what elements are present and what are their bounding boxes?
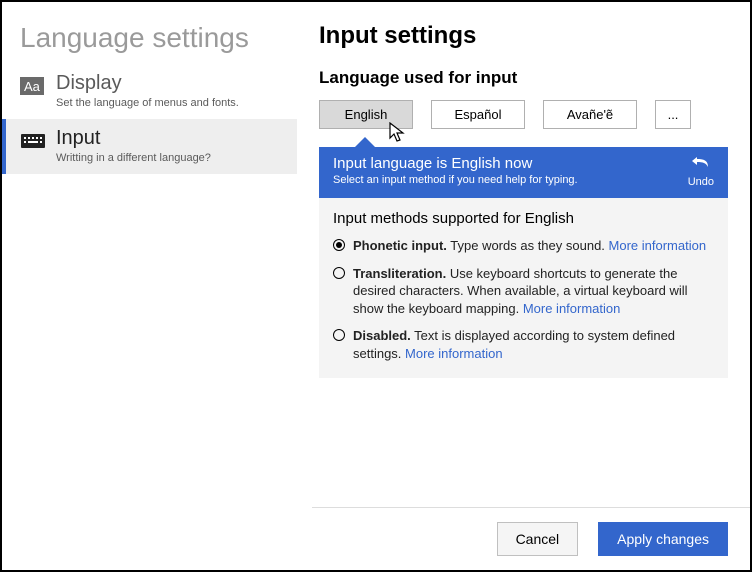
more-info-link[interactable]: More information xyxy=(609,238,707,253)
svg-text:Aa: Aa xyxy=(24,79,41,94)
radio-icon[interactable] xyxy=(333,329,345,341)
sidebar-item-desc: Writting in a different language? xyxy=(56,152,211,164)
section-title: Language used for input xyxy=(319,68,728,88)
callout-subtitle: Select an input method if you need help … xyxy=(333,174,578,186)
page-title: Input settings xyxy=(319,22,728,50)
sidebar: Language settings Aa Display Set the lan… xyxy=(2,2,297,570)
callout-arrow-icon xyxy=(355,137,375,147)
methods-title: Input methods supported for English xyxy=(333,210,714,227)
method-name: Disabled. xyxy=(353,328,411,343)
radio-icon[interactable] xyxy=(333,267,345,279)
sidebar-item-input[interactable]: Input Writting in a different language? xyxy=(2,119,297,174)
sidebar-title: Language settings xyxy=(2,22,297,64)
method-desc: Type words as they sound. xyxy=(447,238,609,253)
cancel-button[interactable]: Cancel xyxy=(497,522,579,556)
callout: Input language is English now Select an … xyxy=(319,147,728,378)
sidebar-item-label: Display xyxy=(56,72,239,95)
keyboard-icon xyxy=(20,131,46,151)
callout-title: Input language is English now xyxy=(333,155,578,172)
settings-window: Language settings Aa Display Set the lan… xyxy=(0,0,752,572)
undo-button[interactable]: Undo xyxy=(688,155,714,188)
more-info-link[interactable]: More information xyxy=(405,346,503,361)
main-panel: Input settings Language used for input E… xyxy=(297,2,750,570)
undo-label: Undo xyxy=(688,176,714,188)
undo-icon xyxy=(691,155,711,174)
apply-button[interactable]: Apply changes xyxy=(598,522,728,556)
method-name: Phonetic input. xyxy=(353,238,447,253)
footer: Cancel Apply changes xyxy=(312,507,750,570)
font-icon: Aa xyxy=(20,76,46,96)
language-buttons-row: English Español Avañe'ẽ ... xyxy=(319,100,728,129)
sidebar-item-label: Input xyxy=(56,127,211,150)
language-button-avanee[interactable]: Avañe'ẽ xyxy=(543,100,637,129)
more-info-link[interactable]: More information xyxy=(523,301,621,316)
method-phonetic[interactable]: Phonetic input. Type words as they sound… xyxy=(333,237,714,255)
method-name: Transliteration. xyxy=(353,266,446,281)
radio-icon[interactable] xyxy=(333,239,345,251)
input-methods-panel: Input methods supported for English Phon… xyxy=(319,198,728,378)
language-button-more[interactable]: ... xyxy=(655,100,691,129)
method-transliteration[interactable]: Transliteration. Use keyboard shortcuts … xyxy=(333,265,714,318)
language-button-english[interactable]: English xyxy=(319,100,413,129)
sidebar-item-desc: Set the language of menus and fonts. xyxy=(56,97,239,109)
method-disabled[interactable]: Disabled. Text is displayed according to… xyxy=(333,327,714,362)
sidebar-item-display[interactable]: Aa Display Set the language of menus and… xyxy=(2,64,297,119)
language-button-espanol[interactable]: Español xyxy=(431,100,525,129)
